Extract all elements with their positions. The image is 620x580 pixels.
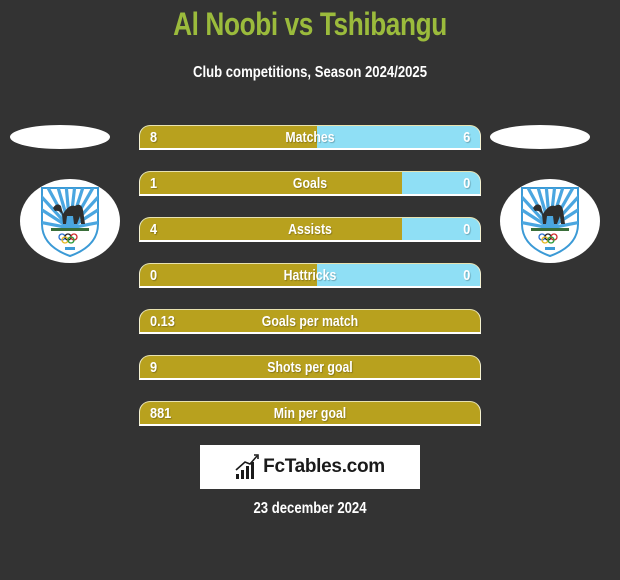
- stat-label: Matches: [285, 129, 335, 146]
- fctables-logo-link[interactable]: FcTables.com: [200, 445, 420, 489]
- stat-label: Goals: [292, 175, 328, 192]
- stat-label: Goals per match: [261, 313, 359, 330]
- bar-chart-trend-icon: [235, 454, 259, 479]
- stat-row-assists: 4 Assists 0: [139, 217, 481, 242]
- left-player-name-placeholder: [10, 125, 110, 149]
- right-value: 0: [462, 267, 470, 284]
- stat-row-hattricks: 0 Hattricks 0: [139, 263, 481, 288]
- stat-row-min-per-goal: 881 Min per goal: [139, 401, 481, 426]
- stat-row-matches: 8 Matches 6: [139, 125, 481, 150]
- stat-row-goals: 1 Goals 0: [139, 171, 481, 196]
- stat-label: Assists: [288, 221, 332, 238]
- stat-label: Hattricks: [283, 267, 337, 284]
- club-crest-camel-icon: [521, 187, 579, 258]
- left-value: 0: [150, 267, 158, 284]
- right-value: 0: [462, 175, 470, 192]
- right-club-crest[interactable]: [500, 179, 600, 263]
- right-player-name-placeholder: [490, 125, 590, 149]
- left-value: 881: [150, 405, 172, 422]
- left-value: 4: [150, 221, 158, 238]
- club-crest-camel-icon: [41, 187, 99, 258]
- stat-row-shots-per-goal: 9 Shots per goal: [139, 355, 481, 380]
- left-value: 8: [150, 129, 158, 146]
- competition-subtitle: Club competitions, Season 2024/2025: [192, 64, 428, 81]
- right-value: 0: [462, 221, 470, 238]
- stat-label: Min per goal: [273, 405, 347, 422]
- left-value: 9: [150, 359, 158, 376]
- left-club-crest[interactable]: [20, 179, 120, 263]
- brand-name: FcTables.com: [263, 456, 385, 477]
- report-date: 23 december 2024: [253, 500, 367, 517]
- stat-label: Shots per goal: [267, 359, 353, 376]
- right-value: 6: [462, 129, 470, 146]
- page-title: Al Noobi vs Tshibangu: [173, 6, 447, 42]
- left-value: 1: [150, 175, 158, 192]
- stat-row-goals-per-match: 0.13 Goals per match: [139, 309, 481, 334]
